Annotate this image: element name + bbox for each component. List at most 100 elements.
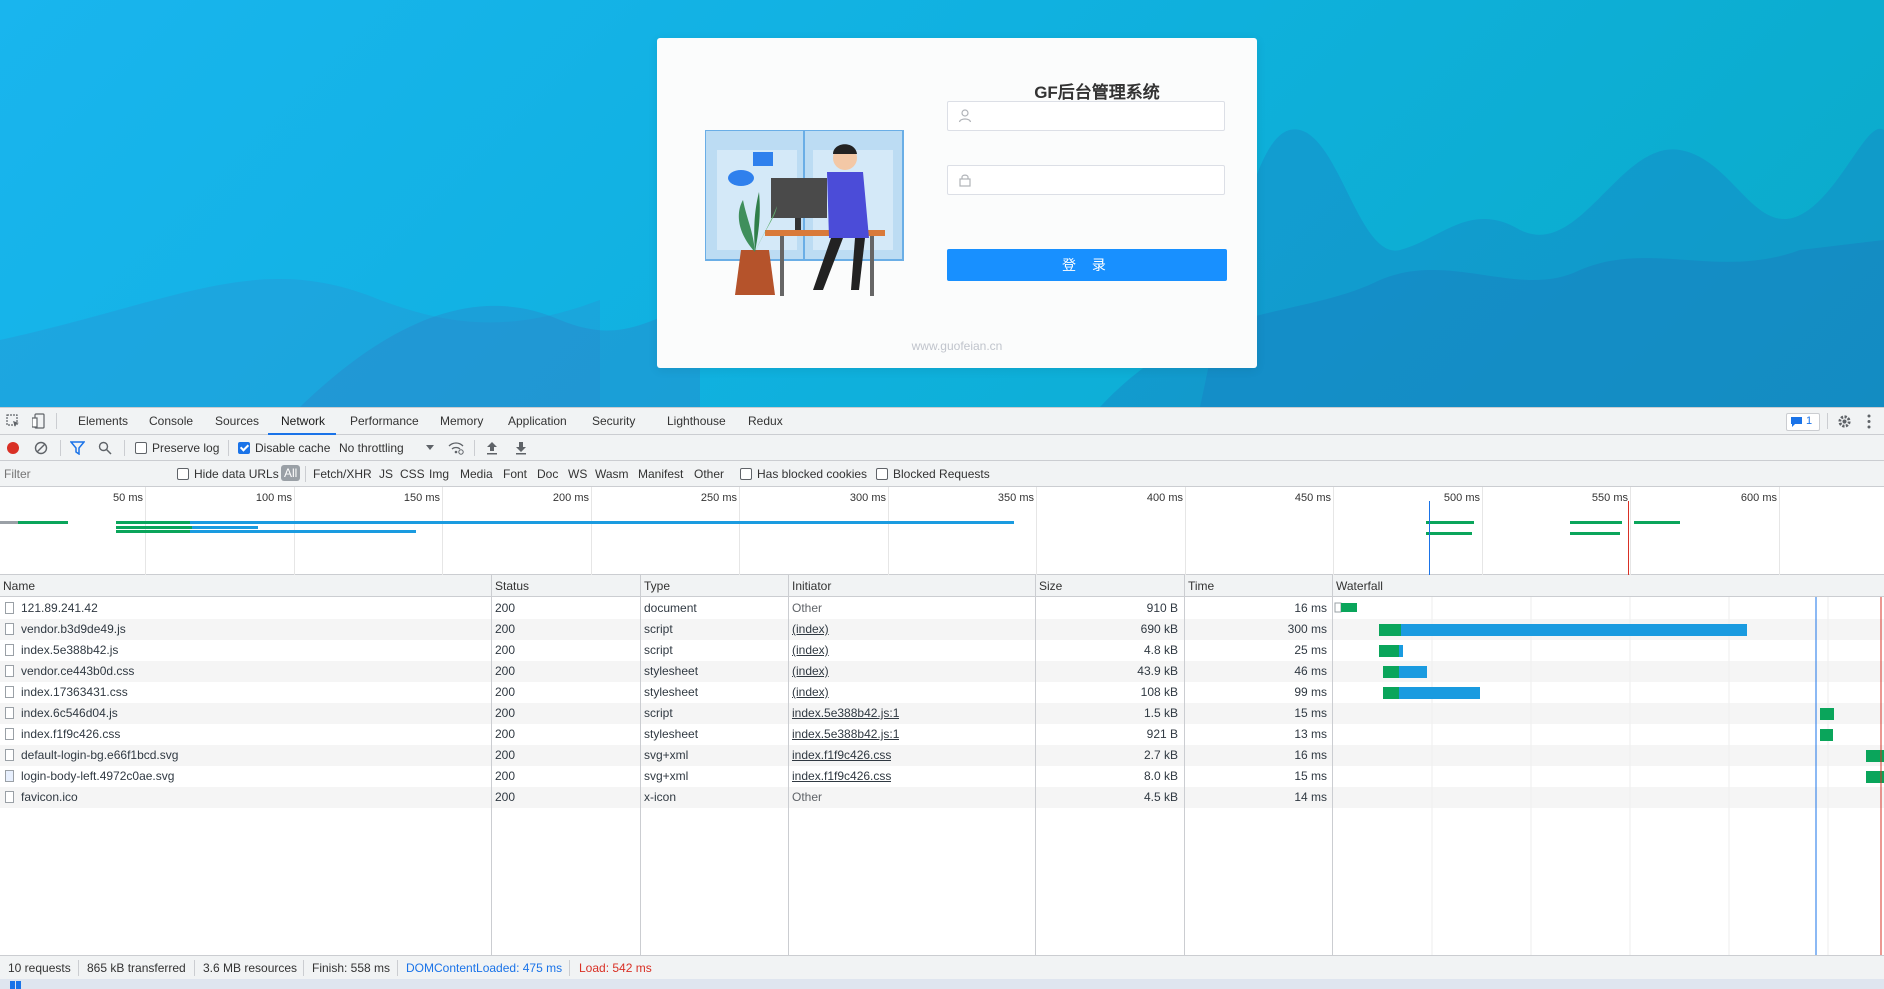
type-filter-wasm[interactable]: Wasm bbox=[595, 467, 629, 481]
request-name: favicon.ico bbox=[21, 790, 78, 804]
network-conditions-icon[interactable] bbox=[448, 441, 464, 455]
type-filter-fetch-xhr[interactable]: Fetch/XHR bbox=[313, 467, 372, 481]
column-divider[interactable] bbox=[491, 575, 492, 955]
network-overview[interactable]: 50 ms 100 ms 150 ms 200 ms 250 ms 300 ms… bbox=[0, 487, 1884, 575]
column-header-time[interactable]: Time bbox=[1185, 575, 1332, 597]
divider bbox=[569, 960, 570, 976]
password-input[interactable] bbox=[976, 166, 1220, 196]
type-filter-img[interactable]: Img bbox=[429, 467, 449, 481]
blocked-requests-checkbox[interactable] bbox=[876, 468, 888, 480]
filter-input[interactable] bbox=[2, 464, 166, 484]
document-icon bbox=[5, 602, 14, 614]
disable-cache-checkbox[interactable] bbox=[238, 442, 250, 454]
network-toolbar: Preserve log Disable cache No throttling bbox=[0, 435, 1884, 461]
filter-icon[interactable] bbox=[70, 441, 85, 455]
dcl-marker bbox=[1429, 501, 1430, 575]
username-input[interactable] bbox=[976, 102, 1220, 132]
login-button[interactable]: 登 录 bbox=[947, 249, 1227, 281]
column-header-size[interactable]: Size bbox=[1036, 575, 1184, 597]
request-size: 108 kB bbox=[1140, 685, 1178, 699]
waterfall-bar bbox=[1399, 645, 1403, 657]
file-icon bbox=[5, 728, 14, 740]
tab-security[interactable]: Security bbox=[590, 414, 637, 428]
request-initiator[interactable]: index.f1f9c426.css bbox=[792, 745, 891, 766]
column-divider[interactable] bbox=[640, 575, 641, 955]
more-options-icon[interactable] bbox=[1866, 414, 1872, 429]
login-illustration bbox=[705, 130, 904, 296]
lock-icon bbox=[959, 174, 971, 187]
column-header-name[interactable]: Name bbox=[0, 575, 491, 597]
preserve-log-checkbox[interactable] bbox=[135, 442, 147, 454]
password-field[interactable] bbox=[947, 165, 1225, 196]
import-har-icon[interactable] bbox=[486, 441, 498, 455]
request-initiator[interactable]: index.f1f9c426.css bbox=[792, 766, 891, 787]
tab-network[interactable]: Network bbox=[279, 414, 327, 428]
chevron-down-icon bbox=[426, 445, 434, 450]
request-size: 690 kB bbox=[1140, 622, 1178, 636]
tab-sources[interactable]: Sources bbox=[213, 414, 261, 428]
type-filter-js[interactable]: JS bbox=[379, 467, 393, 481]
file-icon bbox=[5, 749, 14, 761]
column-header-waterfall[interactable]: Waterfall bbox=[1333, 575, 1884, 597]
request-type: stylesheet bbox=[644, 664, 699, 678]
request-name: index.5e388b42.js bbox=[21, 643, 119, 657]
has-blocked-cookies-checkbox[interactable] bbox=[740, 468, 752, 480]
overview-bar bbox=[116, 521, 190, 524]
request-size: 8.0 kB bbox=[1143, 769, 1178, 783]
device-toolbar-icon[interactable] bbox=[32, 413, 46, 429]
clear-icon[interactable] bbox=[34, 441, 48, 455]
tab-memory[interactable]: Memory bbox=[438, 414, 485, 428]
type-filter-ws[interactable]: WS bbox=[568, 467, 587, 481]
type-filter-all[interactable]: All bbox=[281, 465, 301, 481]
type-filter-font[interactable]: Font bbox=[503, 467, 527, 481]
divider bbox=[1827, 413, 1828, 429]
type-filter-doc[interactable]: Doc bbox=[537, 467, 558, 481]
record-icon[interactable] bbox=[6, 441, 20, 455]
tab-lighthouse[interactable]: Lighthouse bbox=[665, 414, 728, 428]
type-filter-media[interactable]: Media bbox=[460, 467, 493, 481]
inspect-element-icon[interactable] bbox=[6, 414, 20, 428]
request-initiator[interactable]: (index) bbox=[792, 640, 829, 661]
page-viewport: GF后台管理系统 登 录 www.guofeian.cn bbox=[0, 0, 1884, 407]
file-icon bbox=[5, 665, 14, 677]
request-initiator[interactable]: (index) bbox=[792, 682, 829, 703]
waterfall-bar bbox=[1399, 687, 1480, 699]
request-initiator[interactable]: index.5e388b42.js:1 bbox=[792, 724, 899, 745]
gear-icon[interactable] bbox=[1837, 414, 1852, 429]
column-header-status[interactable]: Status bbox=[492, 575, 640, 597]
column-divider[interactable] bbox=[788, 575, 789, 955]
request-time: 13 ms bbox=[1294, 727, 1327, 741]
tab-elements[interactable]: Elements bbox=[76, 414, 130, 428]
request-status: 200 bbox=[495, 622, 516, 636]
request-initiator[interactable]: (index) bbox=[792, 661, 829, 682]
tab-console[interactable]: Console bbox=[147, 414, 195, 428]
issues-badge[interactable]: 1 bbox=[1786, 413, 1820, 431]
tab-redux[interactable]: Redux bbox=[746, 414, 785, 428]
request-type: svg+xml bbox=[644, 769, 689, 783]
has-blocked-cookies-label: Has blocked cookies bbox=[757, 467, 868, 481]
throttling-select[interactable]: No throttling bbox=[339, 441, 404, 455]
windows-start-icon[interactable] bbox=[10, 981, 22, 989]
export-har-icon[interactable] bbox=[515, 441, 527, 455]
tab-performance[interactable]: Performance bbox=[348, 414, 421, 428]
hide-data-urls-checkbox[interactable] bbox=[177, 468, 189, 480]
column-header-initiator[interactable]: Initiator bbox=[789, 575, 1035, 597]
search-icon[interactable] bbox=[98, 441, 112, 455]
request-type: script bbox=[644, 643, 673, 657]
status-transferred: 865 kB transferred bbox=[87, 961, 186, 975]
username-field[interactable] bbox=[947, 101, 1225, 132]
request-initiator[interactable]: index.5e388b42.js:1 bbox=[792, 703, 899, 724]
column-header-type[interactable]: Type bbox=[641, 575, 788, 597]
tab-application[interactable]: Application bbox=[506, 414, 569, 428]
column-divider[interactable] bbox=[1035, 575, 1036, 955]
type-filter-css[interactable]: CSS bbox=[400, 467, 425, 481]
request-initiator[interactable]: (index) bbox=[792, 619, 829, 640]
type-filter-manifest[interactable]: Manifest bbox=[638, 467, 683, 481]
issues-count: 1 bbox=[1806, 415, 1813, 427]
waterfall-bar bbox=[1820, 708, 1834, 720]
status-finish: Finish: 558 ms bbox=[312, 961, 391, 975]
request-status: 200 bbox=[495, 601, 516, 615]
type-filter-other[interactable]: Other bbox=[694, 467, 724, 481]
divider bbox=[474, 440, 475, 456]
column-divider[interactable] bbox=[1184, 575, 1185, 955]
